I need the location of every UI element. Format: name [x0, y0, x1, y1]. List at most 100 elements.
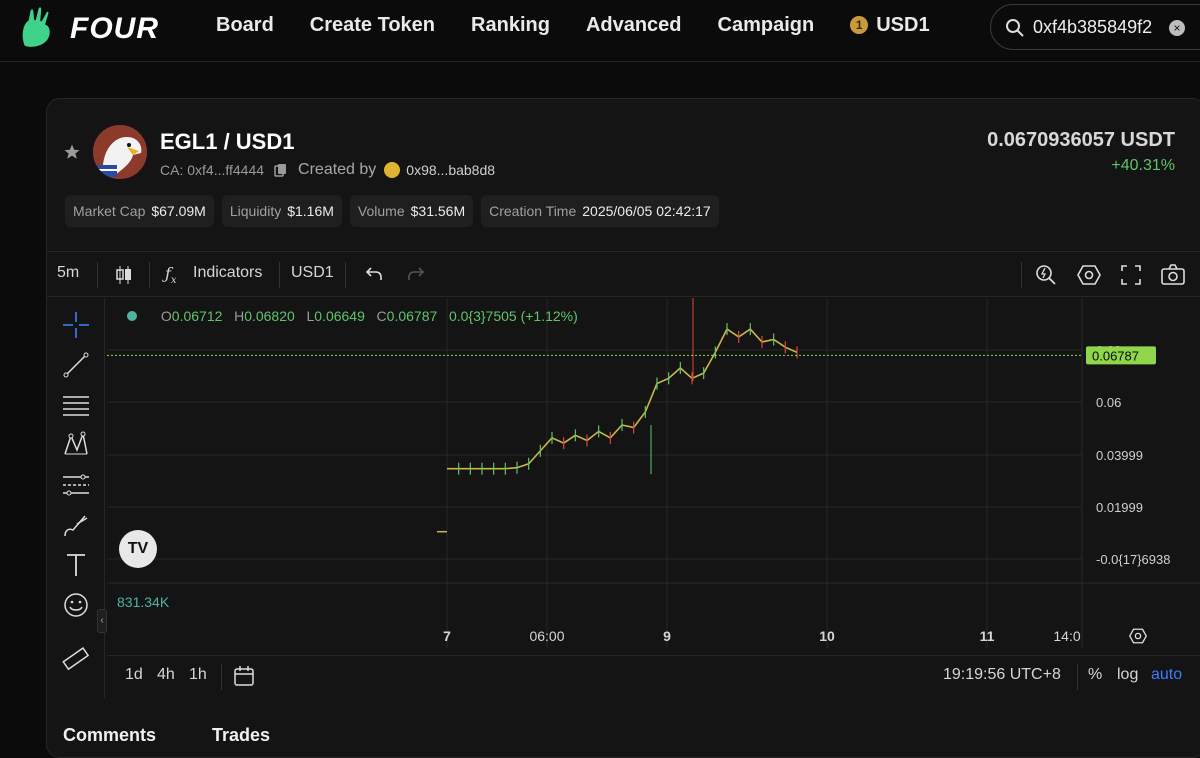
indicators-button[interactable]: Indicators: [193, 264, 262, 282]
divider: [345, 262, 346, 288]
ruler-icon[interactable]: [61, 644, 91, 674]
token-avatar: [93, 125, 147, 179]
collapse-toolbar-button[interactable]: ‹: [97, 609, 107, 633]
stat-creation-time: Creation Time 2025/06/05 02:42:17: [481, 195, 719, 227]
stat-market-cap: Market Cap $67.09M: [65, 195, 214, 227]
open-value: 0.06712: [171, 308, 223, 324]
divider: [221, 664, 222, 690]
x-tick-label: 9: [663, 628, 671, 644]
emoji-icon[interactable]: [61, 590, 91, 620]
log-toggle[interactable]: log: [1117, 666, 1138, 684]
range-1d[interactable]: 1d: [125, 666, 143, 684]
nav-campaign[interactable]: Campaign: [718, 14, 815, 37]
divider: [97, 262, 98, 288]
divider: [279, 262, 280, 288]
quick-search-icon[interactable]: [1035, 264, 1057, 286]
price-chart[interactable]: 0.080.060.039990.01999-0.0{17}69380.0678…: [107, 295, 1200, 650]
search-box[interactable]: ×: [990, 4, 1200, 50]
fx-icon: ƒx: [165, 264, 177, 287]
interval-selector[interactable]: 5m: [57, 264, 79, 282]
stat-label: Volume: [357, 203, 405, 219]
fullscreen-icon[interactable]: [1121, 265, 1141, 285]
search-icon: [1006, 19, 1024, 37]
date-range-icon[interactable]: [233, 665, 255, 687]
currency-label: USD1: [876, 14, 930, 36]
nav-advanced[interactable]: Advanced: [586, 14, 682, 37]
range-4h[interactable]: 4h: [157, 666, 175, 684]
currency-selector[interactable]: 1 USD1: [850, 14, 930, 37]
settings-icon[interactable]: [1077, 264, 1101, 286]
divider: [1021, 262, 1022, 288]
auto-toggle[interactable]: auto: [1151, 666, 1182, 684]
top-navbar: FOUR Board Create Token Ranking Advanced…: [0, 0, 1200, 62]
time-axis: 7 06:00 9 10 11 14:0: [107, 619, 1147, 653]
chart-toolbar: 5m ƒx Indicators USD1: [47, 251, 1200, 297]
stat-value: $67.09M: [151, 203, 206, 219]
usd1-coin-icon: 1: [850, 16, 869, 34]
open-label: O: [160, 308, 172, 324]
star-icon[interactable]: [63, 143, 81, 161]
clear-search-icon[interactable]: ×: [1169, 20, 1185, 36]
time-axis-svg: 7 06:00 9 10 11 14:0: [443, 628, 1081, 644]
contract-address: CA: 0xf4...ff4444: [160, 162, 265, 178]
quote-selector[interactable]: USD1: [291, 264, 334, 282]
x-tick-label: 7: [443, 628, 451, 644]
four-logo[interactable]: FOUR: [18, 5, 159, 50]
percent-toggle[interactable]: %: [1088, 666, 1102, 684]
chart-svg: 0.080.060.039990.01999-0.0{17}69380.0678…: [107, 295, 1200, 648]
last-price-label: 0.06787: [1092, 348, 1139, 363]
drawing-toolbar: [47, 298, 105, 698]
camera-icon[interactable]: [1161, 264, 1185, 286]
token-pair: EGL1 / USD1: [160, 129, 295, 154]
change-value: 0.0{3}7505 (+1.12%): [448, 308, 578, 324]
horizontal-lines-icon[interactable]: [61, 390, 91, 420]
y-tick-label: 0.03999: [1096, 448, 1143, 463]
fib-icon[interactable]: [61, 470, 91, 500]
tab-trades[interactable]: Trades: [212, 725, 270, 746]
undo-icon[interactable]: [365, 266, 383, 282]
bottom-tabs: Comments Trades: [63, 725, 270, 746]
text-icon[interactable]: [61, 550, 91, 580]
volume-label: 831.34K: [117, 594, 170, 610]
hand-logo-icon: [21, 5, 52, 49]
nav-create-token[interactable]: Create Token: [310, 14, 435, 37]
main-nav: Board Create Token Ranking Advanced Camp…: [216, 14, 930, 37]
pattern-icon[interactable]: [61, 430, 91, 460]
chart-bottombar: 1d 4h 1h 19:19:56 UTC+8 % log auto: [107, 655, 1200, 695]
range-1h[interactable]: 1h: [189, 666, 207, 684]
x-tick-label: 14:0: [1053, 628, 1080, 644]
divider: [1077, 664, 1078, 690]
logo-text: FOUR: [70, 12, 159, 45]
contract-row: CA: 0xf4...ff4444 Created by 0x98...bab8…: [160, 161, 495, 179]
low-value: 0.06649: [314, 308, 365, 324]
nav-ranking[interactable]: Ranking: [471, 14, 550, 37]
stat-label: Market Cap: [73, 203, 146, 219]
nav-board[interactable]: Board: [216, 14, 274, 37]
axis-settings-icon[interactable]: [1129, 627, 1147, 645]
redo-icon[interactable]: [407, 266, 425, 282]
clock[interactable]: 19:19:56 UTC+8: [943, 666, 1061, 684]
trend-line-icon[interactable]: [61, 350, 91, 380]
y-tick-label: -0.0{17}6938: [1096, 552, 1170, 567]
copy-icon[interactable]: [274, 163, 288, 177]
stat-label: Creation Time: [489, 203, 577, 219]
stat-value: $1.16M: [287, 203, 334, 219]
close-value: 0.06787: [386, 308, 438, 324]
brush-icon[interactable]: [61, 510, 91, 540]
tradingview-logo[interactable]: TV: [119, 530, 157, 568]
high-label: H: [234, 308, 245, 324]
created-by-label: Created by: [298, 161, 377, 178]
divider: [149, 262, 150, 288]
crosshair-icon[interactable]: [61, 310, 91, 340]
x-tick-label: 10: [819, 628, 835, 644]
stat-liquidity: Liquidity $1.16M: [221, 195, 342, 227]
search-input[interactable]: [1033, 17, 1173, 38]
candles-icon[interactable]: [115, 265, 133, 285]
eagle-avatar-icon: [93, 125, 147, 179]
creator-avatar: [384, 162, 401, 178]
stat-value: $31.56M: [410, 203, 466, 219]
token-price: 0.0670936057 USDT: [987, 129, 1175, 151]
tab-comments[interactable]: Comments: [63, 725, 156, 746]
price-change: +40.31%: [1111, 157, 1175, 174]
creator-address[interactable]: 0x98...bab8d8: [406, 162, 495, 178]
